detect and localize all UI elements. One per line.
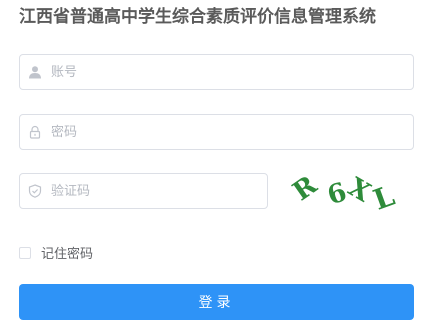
account-input[interactable] [51,55,413,89]
shield-icon [28,184,42,198]
svg-text:R: R [290,170,323,207]
svg-text:L: L [369,179,399,216]
page-title: 江西省普通高中学生综合素质评价信息管理系统 [19,7,376,27]
remember-password[interactable]: 记住密码 [19,243,93,262]
login-button[interactable]: 登录 [19,284,414,320]
lock-icon [28,125,42,139]
user-icon [28,65,42,79]
remember-checkbox[interactable] [19,246,31,259]
password-input[interactable] [51,115,413,149]
captcha-field[interactable] [19,173,268,209]
remember-label: 记住密码 [41,247,94,262]
password-field[interactable] [19,114,414,150]
captcha-input[interactable] [51,174,267,208]
account-field[interactable] [19,54,414,90]
login-page: 江西省普通高中学生综合素质评价信息管理系统 账号 验证码 R 6 X L 记住密… [0,0,431,326]
captcha-image[interactable]: R 6 X L [290,168,402,216]
